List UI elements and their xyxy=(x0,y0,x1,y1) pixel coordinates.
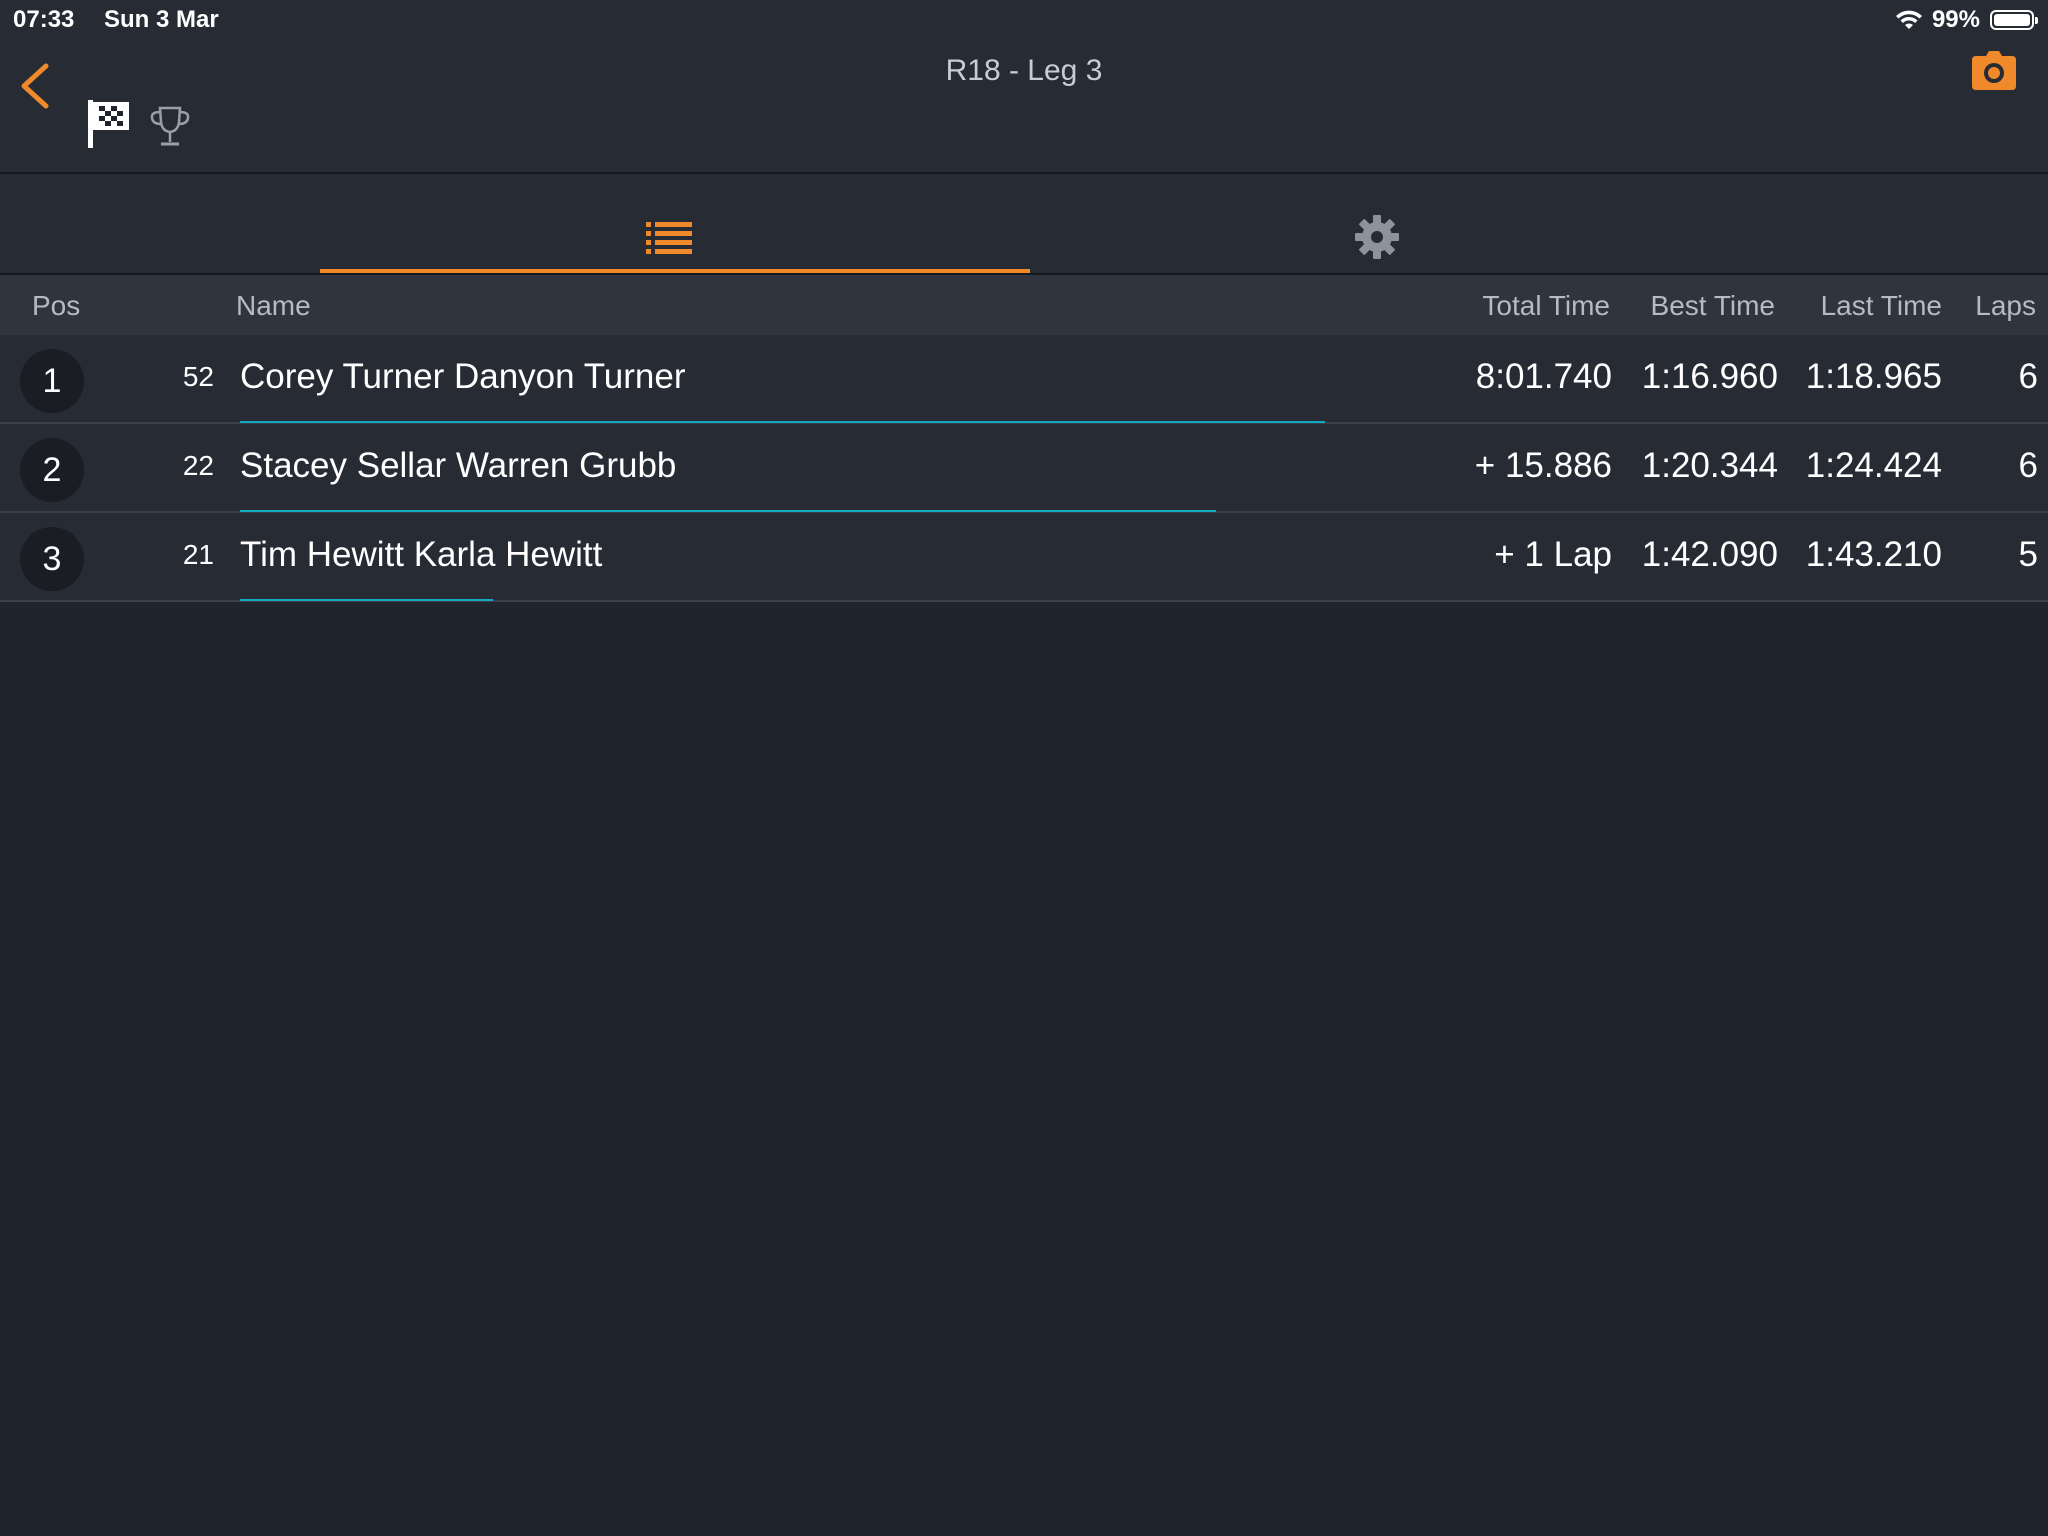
column-header-total-time[interactable]: Total Time xyxy=(1482,290,1610,322)
last-time: 1:18.965 xyxy=(1805,357,1942,396)
car-number: 22 xyxy=(182,450,214,481)
column-header-pos[interactable]: Pos xyxy=(32,290,80,322)
camera-button[interactable] xyxy=(1970,50,2018,94)
page-title: R18 - Leg 3 xyxy=(945,54,1103,87)
last-time: 1:43.210 xyxy=(1805,535,1942,574)
list-icon xyxy=(646,222,692,254)
battery-fill xyxy=(1994,14,2030,26)
best-time: 1:42.090 xyxy=(1641,535,1778,574)
race-progress-fill xyxy=(240,510,1217,512)
driver-name: Corey Turner Danyon Turner xyxy=(240,357,686,396)
status-date: Sun 3 Mar xyxy=(104,6,219,33)
total-time: + 1 Lap xyxy=(1494,535,1612,574)
car-number: 52 xyxy=(182,361,214,392)
race-progress-fill xyxy=(240,599,494,601)
driver-name: Stacey Sellar Warren Grubb xyxy=(240,446,677,485)
position-badge: 2 xyxy=(20,438,84,502)
active-tab-indicator xyxy=(320,269,1030,273)
car-number: 21 xyxy=(182,539,214,570)
status-bar: 07:33 Sun 3 Mar 99% xyxy=(0,0,2048,40)
column-header-name[interactable]: Name xyxy=(236,290,311,322)
tab-bar xyxy=(0,174,2048,275)
battery-tip xyxy=(2035,17,2038,24)
best-time: 1:16.960 xyxy=(1641,357,1778,396)
driver-name: Tim Hewitt Karla Hewitt xyxy=(240,535,603,574)
race-progress-fill xyxy=(240,421,1325,423)
best-time: 1:20.344 xyxy=(1641,446,1778,485)
battery-percentage: 99% xyxy=(1931,6,1980,33)
lap-count: 6 xyxy=(2018,357,2038,396)
status-indicators: 99% xyxy=(1894,5,2038,35)
navigation-bar: R18 - Leg 3 xyxy=(0,40,2048,174)
battery-icon xyxy=(1990,10,2038,30)
column-header-laps[interactable]: Laps xyxy=(1975,290,2036,322)
results-table-header: Pos Name Total Time Best Time Last Time … xyxy=(0,275,2048,335)
wifi-icon xyxy=(1895,10,1922,29)
column-header-best-time[interactable]: Best Time xyxy=(1651,290,1775,322)
trophy-icon[interactable] xyxy=(148,104,192,150)
checkered-flag-icon[interactable] xyxy=(86,98,132,150)
table-row[interactable]: 3 21 Tim Hewitt Karla Hewitt + 1 Lap 1:4… xyxy=(0,513,2048,602)
total-time: 8:01.740 xyxy=(1475,357,1612,396)
tab-results-list[interactable] xyxy=(320,174,1030,273)
race-progress-bar xyxy=(240,421,2048,423)
table-row[interactable]: 2 22 Stacey Sellar Warren Grubb + 15.886… xyxy=(0,424,2048,513)
position-badge: 1 xyxy=(20,349,84,413)
race-progress-bar xyxy=(240,599,2048,601)
app-window: 07:33 Sun 3 Mar 99% R18 - Leg 3 Pos Name… xyxy=(0,0,2048,1536)
camera-icon xyxy=(1972,51,2016,90)
race-progress-bar xyxy=(240,510,2048,512)
results-table-body: 1 52 Corey Turner Danyon Turner 8:01.740… xyxy=(0,335,2048,602)
position-badge: 3 xyxy=(20,527,84,591)
lap-count: 5 xyxy=(2018,535,2038,574)
table-row[interactable]: 1 52 Corey Turner Danyon Turner 8:01.740… xyxy=(0,335,2048,424)
column-header-last-time[interactable]: Last Time xyxy=(1821,290,1942,322)
status-time: 07:33 xyxy=(13,6,75,33)
tab-settings[interactable] xyxy=(1030,174,1724,273)
lap-count: 6 xyxy=(2018,446,2038,485)
total-time: + 15.886 xyxy=(1474,446,1612,485)
gear-icon xyxy=(1355,215,1399,259)
last-time: 1:24.424 xyxy=(1805,446,1942,485)
